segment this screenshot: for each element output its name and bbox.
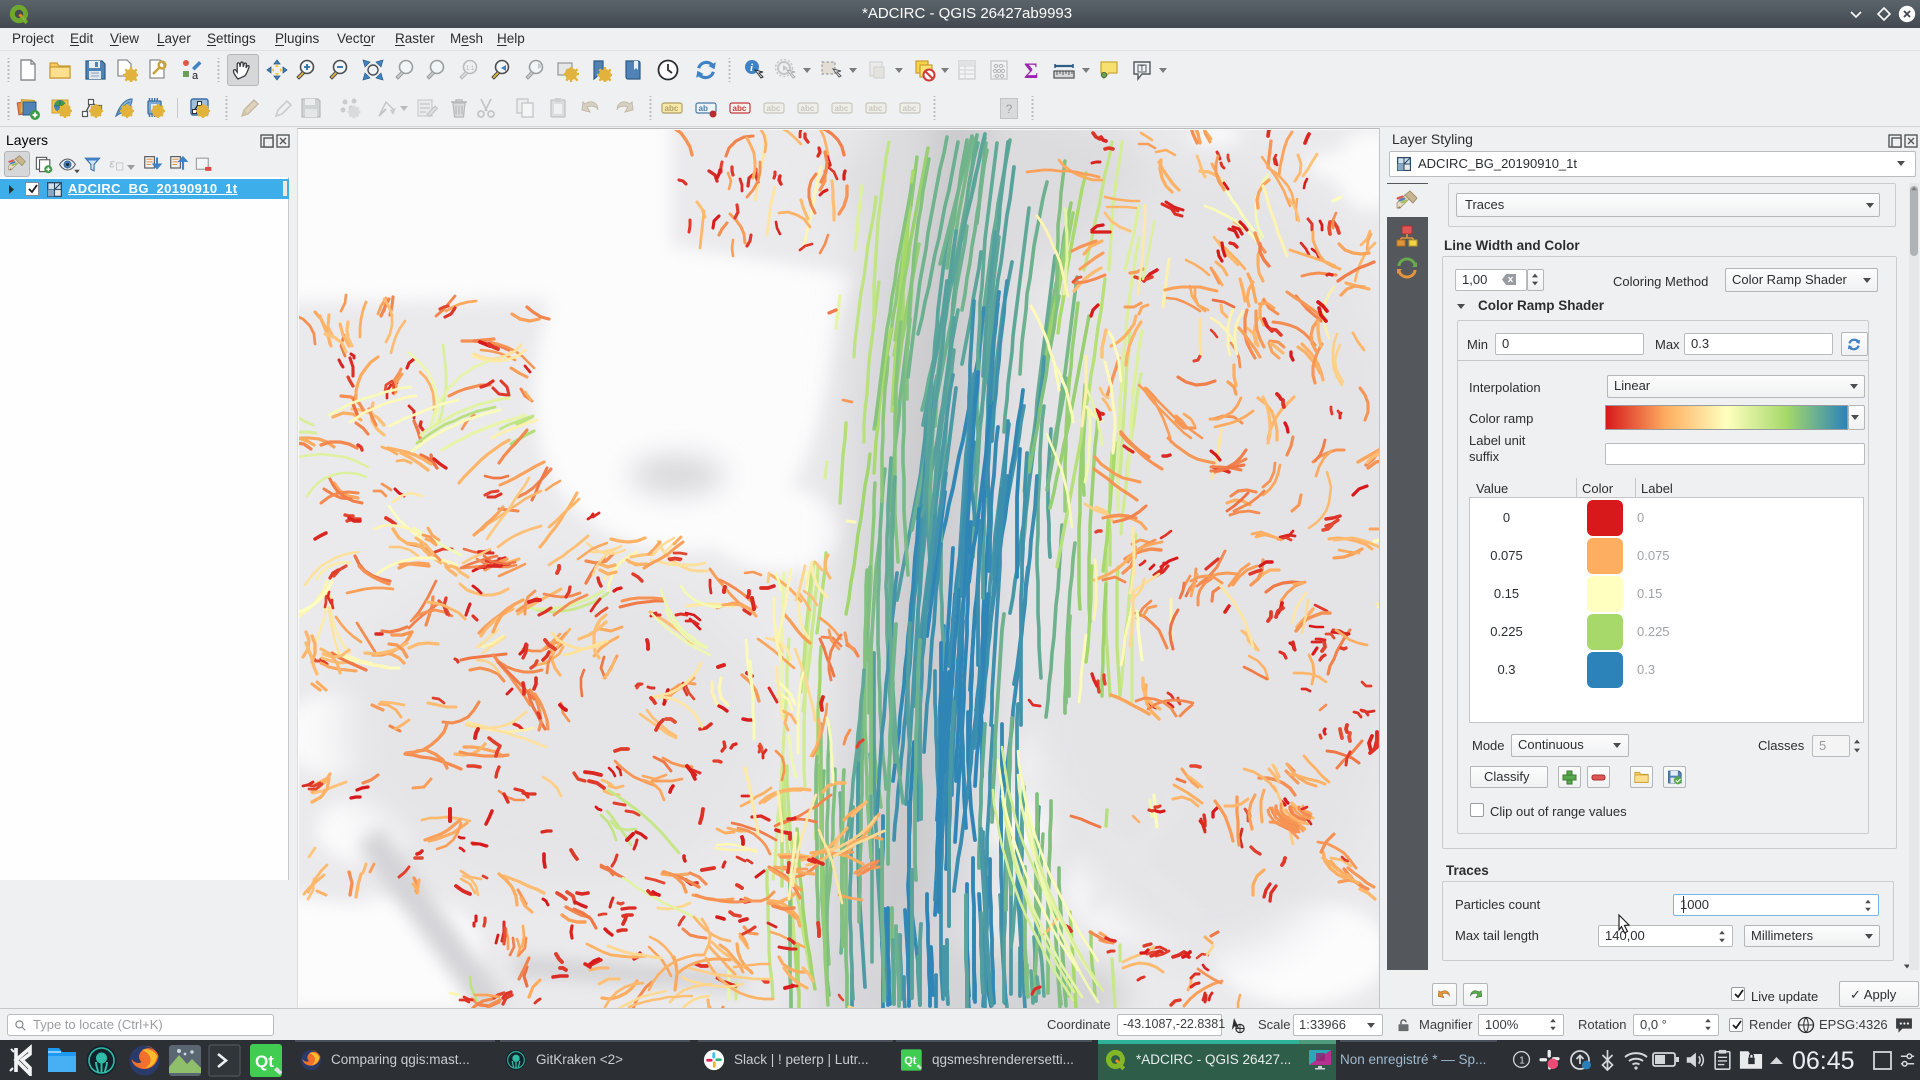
svg-text:a: a [192, 70, 199, 82]
svg-text:abc: abc [767, 104, 781, 113]
svg-text:abc: abc [665, 104, 679, 113]
svg-text:abc: abc [903, 104, 917, 113]
svg-text:abc: abc [835, 104, 849, 113]
svg-text:T: T [1140, 64, 1145, 73]
svg-text:1: 1 [1519, 1055, 1525, 1066]
svg-text:1:1: 1:1 [466, 66, 475, 72]
svg-text:ab: ab [699, 104, 708, 113]
svg-text:abc: abc [733, 104, 747, 113]
svg-text:abc: abc [801, 104, 815, 113]
svg-text:Σ: Σ [1024, 58, 1038, 82]
svg-text:Qt: Qt [255, 1052, 274, 1071]
svg-text:ε: ε [109, 157, 115, 171]
svg-text:Qt: Qt [904, 1055, 917, 1067]
svg-text:abc: abc [869, 104, 883, 113]
